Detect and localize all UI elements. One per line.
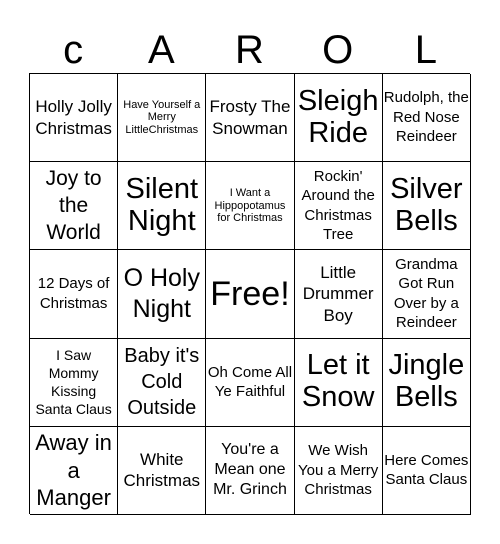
cell-text: Silent Night — [125, 172, 199, 237]
bingo-cell[interactable]: Away in a Manger — [30, 426, 119, 515]
cell-text: Baby it's Cold Outside — [124, 345, 200, 420]
bingo-cell[interactable]: 12 Days of Christmas — [30, 250, 119, 339]
bingo-cell[interactable]: I Want a Hippopotamus for Christmas — [206, 162, 295, 251]
cell-text: I Want a Hippopotamus for Christmas — [214, 187, 286, 224]
cell-text: We Wish You a Merry Christmas — [297, 442, 379, 499]
bingo-board: Holly Jolly Christmas Have Yourself a Me… — [29, 73, 471, 515]
cell-text: Let it Snow — [301, 349, 375, 414]
bingo-cell[interactable]: Oh Come All Ye Faithful — [206, 338, 295, 427]
bingo-cell[interactable]: Silent Night — [118, 162, 207, 251]
cell-text: I Saw Mommy Kissing Santa Claus — [35, 346, 112, 418]
cell-text: Free! — [210, 274, 290, 313]
bingo-cell[interactable]: O Holy Night — [118, 250, 207, 339]
bingo-cell[interactable]: Sleigh Ride — [294, 74, 383, 163]
free-space[interactable]: Free! — [206, 250, 295, 339]
bingo-cell[interactable]: Let it Snow — [294, 338, 383, 427]
bingo-cell[interactable]: Rudolph, the Red Nose Reindeer — [382, 74, 471, 163]
cell-text: Rockin' Around the Christmas Tree — [301, 167, 375, 244]
cell-text: Holly Jolly Christmas — [35, 97, 112, 138]
cell-text: Rudolph, the Red Nose Reindeer — [383, 89, 469, 146]
bingo-cell[interactable]: I Saw Mommy Kissing Santa Claus — [30, 338, 119, 427]
header-letter-a: A — [147, 28, 175, 72]
header-letter-o: O — [322, 28, 354, 72]
bingo-cell[interactable]: Silver Bells — [382, 162, 471, 251]
bingo-cell[interactable]: Little Drummer Boy — [294, 250, 383, 339]
cell-text: Jingle Bells — [388, 349, 465, 414]
bingo-cell[interactable]: Here Comes Santa Claus — [382, 426, 471, 515]
cell-text: Silver Bells — [390, 172, 463, 237]
bingo-cell[interactable]: Baby it's Cold Outside — [118, 338, 207, 427]
header-letter-c: c — [63, 28, 84, 72]
cell-text: Sleigh Ride — [297, 84, 379, 149]
cell-text: Have Yourself a Merry LittleChristmas — [123, 99, 201, 136]
cell-text: O Holy Night — [123, 263, 200, 323]
bingo-cell[interactable]: Holly Jolly Christmas — [30, 74, 119, 163]
bingo-header: c A R O L — [29, 28, 470, 73]
cell-text: You're a Mean one Mr. Grinch — [213, 441, 287, 499]
cell-text: Frosty The Snowman — [209, 97, 291, 138]
cell-text: Oh Come All Ye Faithful — [207, 363, 293, 401]
bingo-cell[interactable]: Jingle Bells — [382, 338, 471, 427]
bingo-cell[interactable]: You're a Mean one Mr. Grinch — [206, 426, 295, 515]
cell-text: Joy to the World — [45, 166, 102, 245]
cell-text: Little Drummer Boy — [302, 263, 374, 325]
bingo-cell[interactable]: We Wish You a Merry Christmas — [294, 426, 383, 515]
bingo-cell[interactable]: White Christmas — [118, 426, 207, 515]
cell-text: 12 Days of Christmas — [37, 275, 110, 312]
header-letter-l: L — [414, 28, 438, 72]
bingo-cell[interactable]: Rockin' Around the Christmas Tree — [294, 162, 383, 251]
bingo-cell[interactable]: Have Yourself a Merry LittleChristmas — [118, 74, 207, 163]
cell-text: Grandma Got Run Over by a Reindeer — [393, 255, 459, 332]
bingo-cell[interactable]: Joy to the World — [30, 162, 119, 251]
bingo-cell[interactable]: Frosty The Snowman — [206, 74, 295, 163]
cell-text: Away in a Manger — [35, 430, 112, 511]
bingo-cell[interactable]: Grandma Got Run Over by a Reindeer — [382, 250, 471, 339]
cell-text: Here Comes Santa Claus — [384, 451, 469, 489]
cell-text: White Christmas — [123, 450, 201, 491]
header-letter-r: R — [235, 28, 264, 72]
